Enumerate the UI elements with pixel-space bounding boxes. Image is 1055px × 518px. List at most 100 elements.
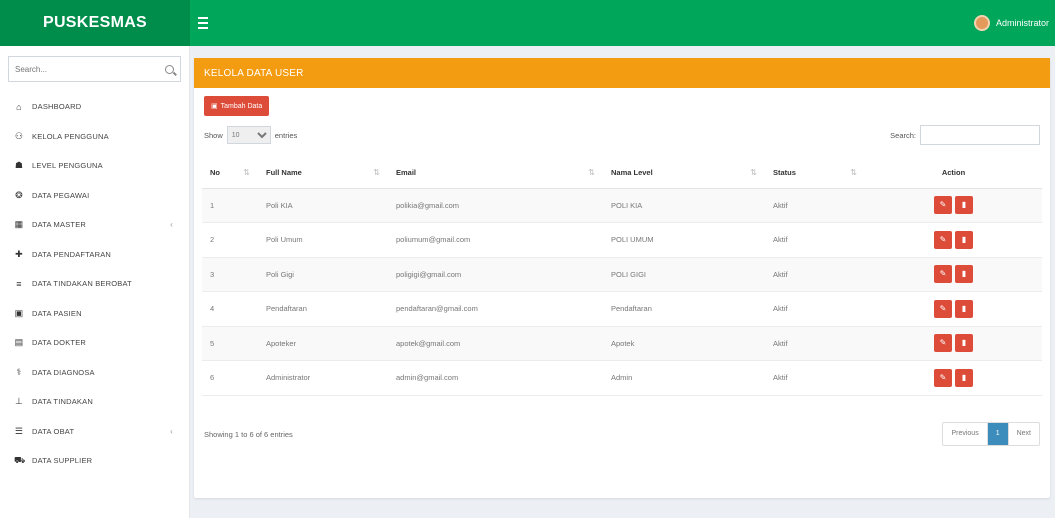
table-row: 5 Apoteker apotek@gmail.com Apotek Aktif ✎ ▮ — [202, 326, 1042, 361]
table-row: 3 Poli Gigi poligigi@gmail.com POLI GIGI Akt… — [202, 257, 1042, 292]
show-label: Show — [204, 130, 223, 140]
cell-email: apotek@gmail.com — [388, 326, 603, 361]
next-page-button[interactable]: Next — [1009, 423, 1039, 445]
edit-icon[interactable]: ✎ — [934, 299, 952, 318]
col-nama-level[interactable]: Nama Level ⇅ — [603, 158, 765, 189]
col-email[interactable]: Email ⇅ — [388, 158, 603, 189]
col-action: Action — [865, 158, 1042, 189]
cell-action: ✎ ▮ — [865, 360, 1042, 396]
cell-status: Aktif — [765, 360, 865, 396]
sidebar-item-data-supplier[interactable]: ⛟ DATA SUPPLIER — [0, 446, 189, 476]
home-icon: ⌂ — [16, 101, 22, 112]
app-logo[interactable]: PUSKESMAS — [0, 0, 190, 46]
sort-icon: ⇅ — [850, 168, 857, 178]
table-search-input[interactable] — [920, 125, 1040, 145]
edit-icon[interactable]: ✎ — [934, 265, 952, 284]
sidebar-toggle-icon[interactable] — [198, 12, 220, 34]
sidebar-search — [8, 56, 181, 82]
page-1-button[interactable]: 1 — [987, 423, 1009, 445]
sidebar-item-data-dokter[interactable]: ▤ DATA DOKTER — [0, 328, 189, 358]
entries-select[interactable]: 10 — [226, 126, 271, 144]
sidebar-item-label: DATA PENDAFTARAN — [32, 249, 112, 259]
employee-icon: ❂ — [15, 189, 23, 200]
cell-name: Administrator — [258, 360, 388, 396]
previous-page-button[interactable]: Previous — [943, 423, 988, 445]
sort-icon: ⇅ — [750, 168, 757, 178]
cell-no: 3 — [202, 257, 258, 292]
avatar — [973, 15, 990, 31]
sidebar-item-label: DATA TINDAKAN — [32, 397, 93, 407]
delete-icon[interactable]: ▮ — [955, 368, 973, 387]
medicine-icon: ☰ — [14, 425, 24, 436]
add-data-button[interactable]: ▣ Tambah Data — [204, 96, 270, 116]
cell-level: Apotek — [603, 326, 765, 361]
sidebar-item-label: DATA DIAGNOSA — [32, 367, 95, 377]
add-data-label: Tambah Data — [220, 102, 263, 110]
sidebar-item-dashboard[interactable]: ⌂ DASHBOARD — [0, 92, 189, 122]
sidebar-item-data-obat[interactable]: ☰ DATA OBAT ‹ — [0, 417, 189, 447]
sidebar-item-level-pengguna[interactable]: ☗ LEVEL PENGGUNA — [0, 151, 189, 181]
truck-icon: ⛟ — [14, 454, 26, 465]
sidebar-item-data-master[interactable]: ▦ DATA MASTER ‹ — [0, 210, 189, 240]
sidebar-item-label: LEVEL PENGGUNA — [32, 161, 103, 171]
sidebar-item-data-tindakan[interactable]: ⊥ DATA TINDAKAN — [0, 387, 189, 417]
sidebar-search-input[interactable] — [15, 64, 165, 74]
edit-icon[interactable]: ✎ — [934, 230, 952, 249]
sidebar-item-label: DATA SUPPLIER — [32, 456, 93, 466]
cell-name: Poli KIA — [258, 188, 388, 223]
cell-email: poligigi@gmail.com — [388, 257, 603, 292]
cell-no: 1 — [202, 188, 258, 223]
cell-level: Admin — [603, 360, 765, 396]
delete-icon[interactable]: ▮ — [955, 334, 973, 353]
cell-action: ✎ ▮ — [865, 188, 1042, 223]
sidebar-item-data-diagnosa[interactable]: ⚕ DATA DIAGNOSA — [0, 358, 189, 388]
user-menu[interactable]: Administrator — [973, 15, 1049, 31]
sort-icon: ⇅ — [243, 168, 250, 178]
patient-icon: ▣ — [14, 307, 24, 318]
cell-action: ✎ ▮ — [865, 222, 1042, 258]
edit-icon[interactable]: ✎ — [934, 368, 952, 387]
sidebar-item-data-pendaftaran[interactable]: ✚ DATA PENDAFTARAN — [0, 240, 189, 270]
cell-no: 5 — [202, 326, 258, 361]
cell-level: Pendaftaran — [603, 291, 765, 327]
table-row: 4 Pendaftaran pendaftaran@gmail.com Pendaft… — [202, 291, 1042, 327]
cell-level: POLI UMUM — [603, 222, 765, 258]
content-area: KELOLA DATA USER ▣ Tambah Data Show 10 e… — [190, 46, 1055, 518]
sidebar-item-kelola-pengguna[interactable]: ⚇ KELOLA PENGGUNA — [0, 122, 189, 152]
table-search: Search: — [890, 125, 1040, 145]
col-full-name[interactable]: Full Name ⇅ — [258, 158, 388, 189]
sidebar-item-data-pasien[interactable]: ▣ DATA PASIEN — [0, 299, 189, 329]
delete-icon[interactable]: ▮ — [955, 196, 973, 215]
sidebar-item-label: DATA PASIEN — [32, 308, 82, 318]
cell-status: Aktif — [765, 326, 865, 361]
sidebar-item-data-tindakan-berobat[interactable]: ≡ DATA TINDAKAN BEROBAT — [0, 269, 189, 299]
cell-status: Aktif — [765, 222, 865, 258]
delete-icon[interactable]: ▮ — [955, 230, 973, 249]
cell-status: Aktif — [765, 188, 865, 223]
edit-icon[interactable]: ✎ — [934, 196, 952, 215]
sidebar-item-data-pegawai[interactable]: ❂ DATA PEGAWAI — [0, 181, 189, 211]
table-row: 1 Poli KIA polikia@gmail.com POLI KIA Aktif ✎… — [202, 188, 1042, 223]
sort-icon: ⇅ — [588, 168, 595, 178]
table-header-row: No ⇅ Full Name ⇅ Email ⇅ Nama Level ⇅ Status… — [202, 158, 1042, 189]
diagnosis-icon: ⚕ — [16, 366, 22, 377]
sidebar-item-label: DATA OBAT — [32, 426, 75, 436]
pagination: Previous 1 Next — [942, 422, 1040, 446]
delete-icon[interactable]: ▮ — [955, 265, 973, 284]
user-name: Administrator — [995, 18, 1049, 28]
cell-name: Poli Gigi — [258, 257, 388, 292]
col-status[interactable]: Status ⇅ — [765, 158, 865, 189]
sidebar: ⌂ DASHBOARD ⚇ KELOLA PENGGUNA ☗ LEVEL PENGGUN… — [0, 46, 190, 518]
delete-icon[interactable]: ▮ — [955, 299, 973, 318]
col-no[interactable]: No ⇅ — [202, 158, 258, 189]
cell-status: Aktif — [765, 257, 865, 292]
cell-no: 6 — [202, 360, 258, 396]
sidebar-menu: ⌂ DASHBOARD ⚇ KELOLA PENGGUNA ☗ LEVEL PENGGUN… — [0, 92, 189, 476]
cell-status: Aktif — [765, 291, 865, 327]
list-icon: ≡ — [16, 278, 22, 289]
entries-label: entries — [274, 130, 298, 140]
search-icon[interactable] — [165, 64, 174, 74]
edit-icon[interactable]: ✎ — [934, 334, 952, 353]
cell-action: ✎ ▮ — [865, 291, 1042, 327]
table-row: 2 Poli Umum poliumum@gmail.com POLI UMUM Akt… — [202, 222, 1042, 258]
